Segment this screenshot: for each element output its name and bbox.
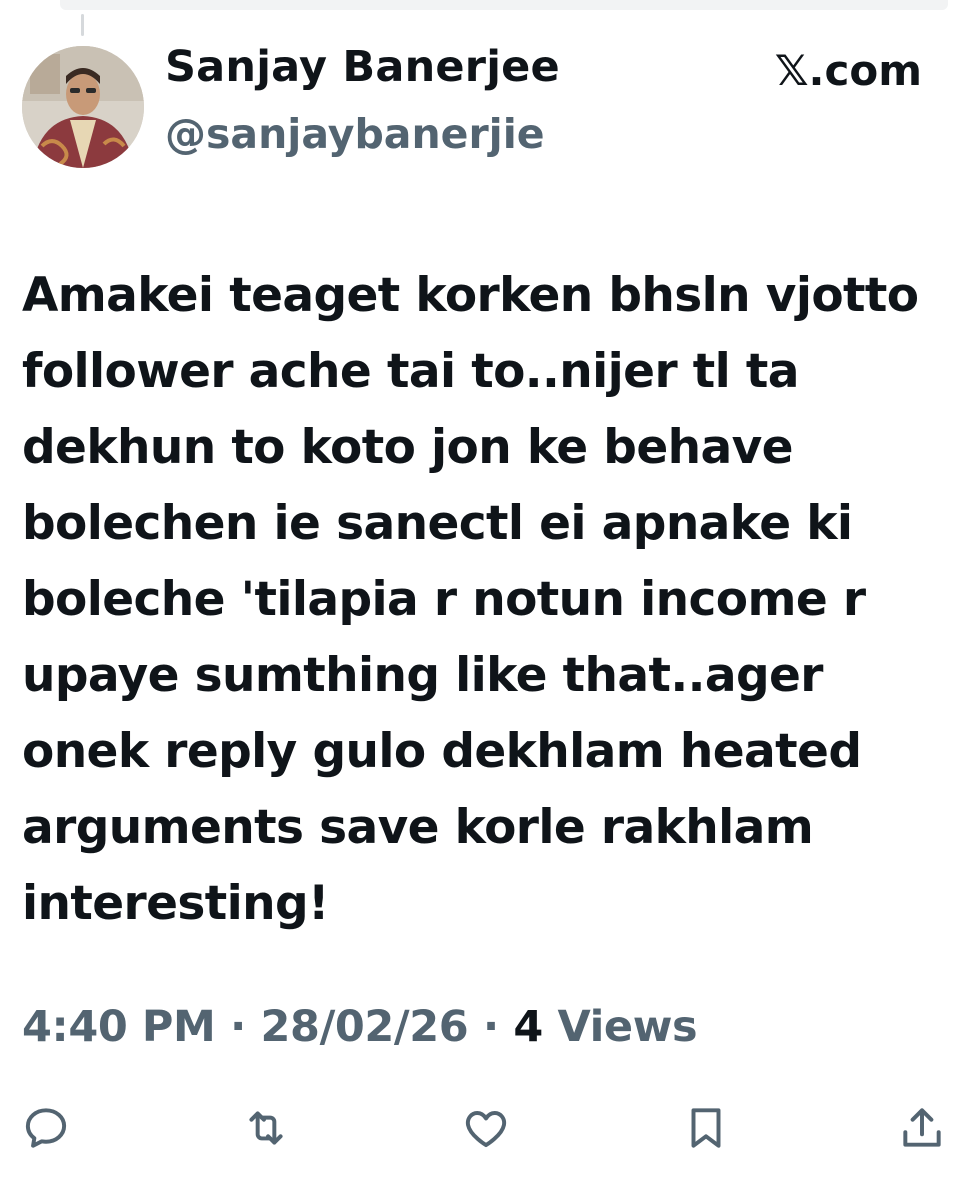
tweet-text: Amakei teaget korken bhsln vjotto follow… [22,268,919,931]
tweet-time[interactable]: 4:40 PM [22,1002,216,1052]
retweet-button[interactable] [238,1100,294,1156]
reply-button[interactable] [18,1100,74,1156]
top-bar [60,0,948,10]
author-handle[interactable]: @sanjaybanerjie [165,110,545,158]
author-name[interactable]: Sanjay Banerjee [165,42,560,92]
reply-icon [25,1108,67,1148]
bookmark-button[interactable] [678,1100,734,1156]
like-button[interactable] [458,1100,514,1156]
heart-icon [465,1111,507,1148]
retweet-icon [249,1111,283,1145]
share-icon [903,1108,941,1147]
avatar-photo [22,46,144,168]
views-label: Views [557,1002,698,1052]
tweet-date[interactable]: 28/02/26 [261,1002,469,1052]
meta-separator: · [482,1002,499,1052]
bookmark-icon [691,1108,721,1148]
meta-separator: · [230,1002,246,1052]
tweet-meta: 4:40 PM · 28/02/26 · 4 Views [22,1002,698,1052]
avatar[interactable] [22,46,144,168]
action-bar [0,1100,970,1160]
brand-label: 𝕏.com [774,46,922,95]
top-bar-tick [81,14,84,36]
share-button[interactable] [894,1100,950,1156]
views-count: 4 [513,1002,543,1052]
